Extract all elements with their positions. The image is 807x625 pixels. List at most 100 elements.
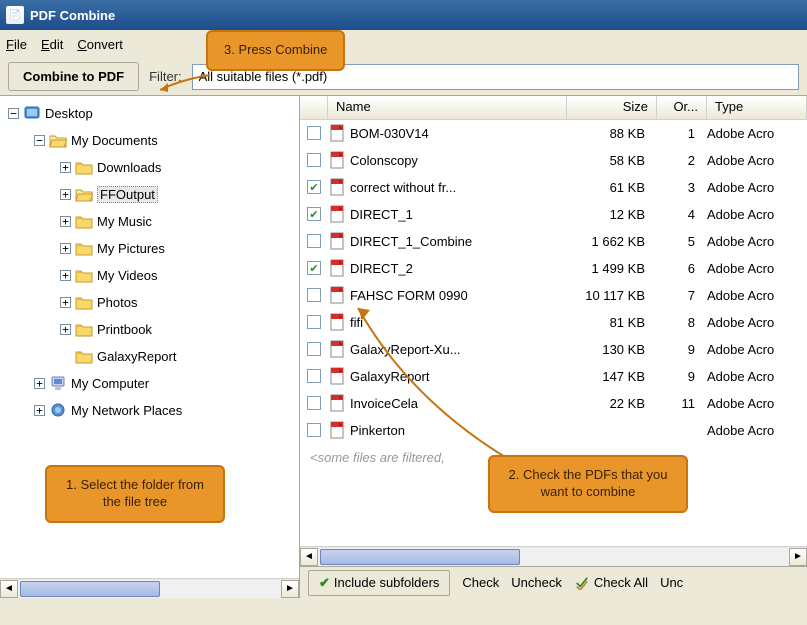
tree-label[interactable]: Photos xyxy=(97,295,137,310)
col-checkbox[interactable] xyxy=(300,96,328,119)
file-checkbox[interactable]: ✔ xyxy=(307,207,321,221)
file-order: 7 xyxy=(657,288,707,303)
file-checkbox[interactable] xyxy=(307,396,321,410)
tree-label[interactable]: FFOutput xyxy=(97,186,158,203)
uncheck-button[interactable]: Uncheck xyxy=(511,575,562,590)
uncheckall-button[interactable]: Unc xyxy=(660,575,683,590)
table-row[interactable]: ✔DIRECT_21 499 KB6Adobe Acro xyxy=(300,255,807,282)
callout-2: 2. Check the PDFs that you want to combi… xyxy=(488,455,688,513)
pdf-icon xyxy=(328,124,346,142)
file-type: Adobe Acro xyxy=(707,234,807,249)
file-size: 81 KB xyxy=(567,315,657,330)
file-checkbox[interactable] xyxy=(307,342,321,356)
expand-icon[interactable]: + xyxy=(60,216,71,227)
tree-label[interactable]: My Videos xyxy=(97,268,157,283)
file-checkbox[interactable] xyxy=(307,234,321,248)
pdf-icon xyxy=(328,367,346,385)
callout-arrow-icon xyxy=(150,70,220,100)
menu-file[interactable]: File xyxy=(6,37,27,52)
file-order: 5 xyxy=(657,234,707,249)
expand-icon[interactable]: + xyxy=(60,162,71,173)
window-title: PDF Combine xyxy=(30,8,115,23)
file-checkbox[interactable]: ✔ xyxy=(307,180,321,194)
tree-node-mynetwork[interactable]: + My Network Places xyxy=(0,397,299,424)
tree-label[interactable]: My Pictures xyxy=(97,241,165,256)
tree-label[interactable]: My Music xyxy=(97,214,152,229)
network-icon xyxy=(49,403,67,418)
tree-label[interactable]: Downloads xyxy=(97,160,161,175)
expand-icon[interactable]: + xyxy=(60,243,71,254)
tree-node-myvideos[interactable]: + My Videos xyxy=(0,262,299,289)
file-checkbox[interactable] xyxy=(307,369,321,383)
scroll-right-icon[interactable]: ► xyxy=(789,548,807,566)
check-button[interactable]: Check xyxy=(462,575,499,590)
pdf-icon xyxy=(328,286,346,304)
scroll-left-icon[interactable]: ◄ xyxy=(300,548,318,566)
scroll-thumb[interactable] xyxy=(320,549,520,565)
folder-icon xyxy=(75,268,93,283)
tree-node-desktop[interactable]: − Desktop xyxy=(0,100,299,127)
collapse-icon[interactable]: − xyxy=(34,135,45,146)
tree-node-mydocuments[interactable]: − My Documents xyxy=(0,127,299,154)
menu-edit[interactable]: Edit xyxy=(41,37,63,52)
file-checkbox[interactable] xyxy=(307,153,321,167)
file-checkbox[interactable] xyxy=(307,288,321,302)
expand-icon[interactable]: + xyxy=(60,189,71,200)
include-subfolders-button[interactable]: ✔Include subfolders xyxy=(308,570,450,596)
pdf-icon xyxy=(328,421,346,439)
expand-icon[interactable]: + xyxy=(34,378,45,389)
col-size[interactable]: Size xyxy=(567,96,657,119)
file-h-scrollbar[interactable]: ◄ ► xyxy=(300,546,807,566)
tree-node-mycomputer[interactable]: + My Computer xyxy=(0,370,299,397)
tree-node-mypictures[interactable]: + My Pictures xyxy=(0,235,299,262)
file-checkbox[interactable] xyxy=(307,423,321,437)
col-name[interactable]: Name xyxy=(328,96,567,119)
scroll-right-icon[interactable]: ► xyxy=(281,580,299,598)
combine-to-pdf-button[interactable]: Combine to PDF xyxy=(8,62,139,91)
tree-node-photos[interactable]: + Photos xyxy=(0,289,299,316)
file-type: Adobe Acro xyxy=(707,423,807,438)
table-row[interactable]: DIRECT_1_Combine1 662 KB5Adobe Acro xyxy=(300,228,807,255)
expand-icon[interactable]: + xyxy=(34,405,45,416)
table-row[interactable]: ✔DIRECT_112 KB4Adobe Acro xyxy=(300,201,807,228)
tree-label[interactable]: My Computer xyxy=(71,376,149,391)
file-list-header: Name Size Or... Type xyxy=(300,96,807,120)
tree-label[interactable]: My Documents xyxy=(71,133,158,148)
tree-label[interactable]: GalaxyReport xyxy=(97,349,176,364)
desktop-icon xyxy=(23,106,41,121)
file-checkbox[interactable]: ✔ xyxy=(307,261,321,275)
tree-label[interactable]: My Network Places xyxy=(71,403,182,418)
expand-icon[interactable]: + xyxy=(60,324,71,335)
table-row[interactable]: ✔correct without fr...61 KB3Adobe Acro xyxy=(300,174,807,201)
collapse-icon[interactable]: − xyxy=(8,108,19,119)
expand-icon[interactable]: + xyxy=(60,270,71,281)
tree-node-printbook[interactable]: + Printbook xyxy=(0,316,299,343)
file-size: 1 499 KB xyxy=(567,261,657,276)
checkall-button[interactable]: Check All xyxy=(574,575,648,590)
table-row[interactable]: Colonscopy58 KB2Adobe Acro xyxy=(300,147,807,174)
file-order: 6 xyxy=(657,261,707,276)
scroll-thumb[interactable] xyxy=(20,581,160,597)
tree-node-ffoutput[interactable]: + FFOutput xyxy=(0,181,299,208)
tree-label[interactable]: Printbook xyxy=(97,322,152,337)
file-checkbox[interactable] xyxy=(307,315,321,329)
col-order[interactable]: Or... xyxy=(657,96,707,119)
toolbar: Combine to PDF Filter: xyxy=(0,58,807,96)
callout-1: 1. Select the folder from the file tree xyxy=(45,465,225,523)
tree-node-downloads[interactable]: + Downloads xyxy=(0,154,299,181)
scroll-left-icon[interactable]: ◄ xyxy=(0,580,18,598)
file-checkbox[interactable] xyxy=(307,126,321,140)
tree-label[interactable]: Desktop xyxy=(45,106,93,121)
file-size: 61 KB xyxy=(567,180,657,195)
file-type: Adobe Acro xyxy=(707,180,807,195)
tree-h-scrollbar[interactable]: ◄ ► xyxy=(0,578,299,598)
table-row[interactable]: BOM-030V1488 KB1Adobe Acro xyxy=(300,120,807,147)
col-type[interactable]: Type xyxy=(707,96,807,119)
menu-convert[interactable]: Convert xyxy=(77,37,123,52)
file-order: 8 xyxy=(657,315,707,330)
tree-node-galaxyreport[interactable]: GalaxyReport xyxy=(0,343,299,370)
file-order: 2 xyxy=(657,153,707,168)
tree-node-mymusic[interactable]: + My Music xyxy=(0,208,299,235)
expand-icon[interactable]: + xyxy=(60,297,71,308)
file-order: 11 xyxy=(657,396,707,411)
